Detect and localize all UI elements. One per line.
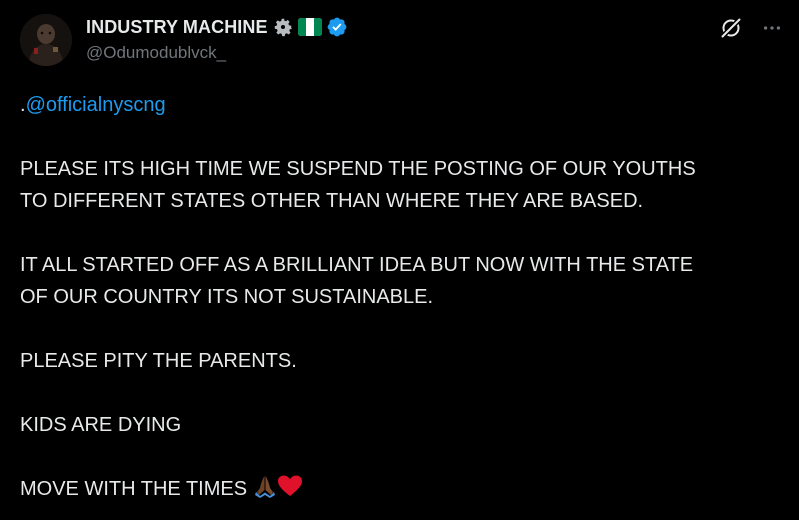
- post-text: .@officialnyscng PLEASE ITS HIGH TIME WE…: [20, 89, 785, 508]
- name-row: INDUSTRY MACHINE: [86, 14, 348, 40]
- paragraph-2-line-2: OF OUR COUNTRY ITS NOT SUSTAINABLE.: [20, 286, 434, 308]
- paragraph-4: KIDS ARE DYING: [20, 414, 182, 436]
- display-name[interactable]: INDUSTRY MACHINE: [86, 17, 268, 38]
- red-heart-icon: [277, 474, 303, 508]
- praying-hands-icon: [253, 474, 277, 508]
- nigeria-flag-icon: [297, 18, 322, 36]
- paragraph-1-line-2: TO DIFFERENT STATES OTHER THAN WHERE THE…: [20, 190, 644, 212]
- gear-icon: [272, 16, 294, 38]
- paragraph-1-line-1: PLEASE ITS HIGH TIME WE SUSPEND THE POST…: [20, 158, 696, 180]
- paragraph-2-line-1: IT ALL STARTED OFF AS A BRILLIANT IDEA B…: [20, 254, 694, 276]
- mention-line: .@officialnyscng: [20, 89, 785, 121]
- tweet: INDUSTRY MACHINE @Odumodublvck_ .@offici…: [0, 0, 799, 520]
- mention-link[interactable]: @officialnyscng: [26, 94, 166, 116]
- avatar[interactable]: [20, 14, 72, 66]
- handle[interactable]: @Odumodublvck_: [86, 43, 348, 63]
- grok-icon[interactable]: [719, 16, 743, 40]
- author-block: INDUSTRY MACHINE @Odumodublvck_: [86, 14, 348, 68]
- verified-badge-icon[interactable]: [326, 16, 348, 38]
- paragraph-3: PLEASE PITY THE PARENTS.: [20, 350, 297, 372]
- paragraph-5-line: MOVE WITH THE TIMES: [20, 473, 785, 508]
- paragraph-5: MOVE WITH THE TIMES: [20, 478, 248, 500]
- avatar-photo: [20, 14, 72, 66]
- top-actions: [719, 16, 783, 40]
- more-options-icon[interactable]: [761, 17, 783, 39]
